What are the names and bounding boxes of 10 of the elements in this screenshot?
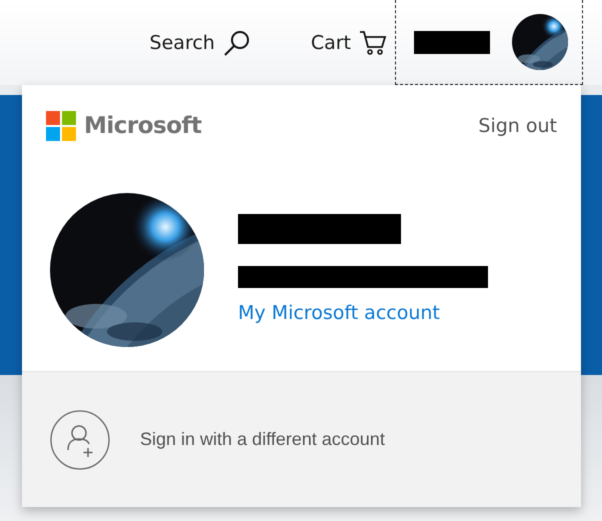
search-icon <box>222 28 251 56</box>
account-link[interactable]: My Microsoft account <box>238 302 488 324</box>
logo-icon <box>46 111 76 141</box>
cart-icon <box>359 30 387 56</box>
add-person-icon <box>50 410 110 470</box>
cart-link[interactable]: Cart <box>310 0 387 85</box>
search-link[interactable]: Search <box>150 0 251 85</box>
switch-account-button[interactable]: Sign in with a different account <box>22 371 581 507</box>
sign-out-link[interactable]: Sign out <box>478 115 557 137</box>
brand-name: Microsoft <box>84 113 202 139</box>
